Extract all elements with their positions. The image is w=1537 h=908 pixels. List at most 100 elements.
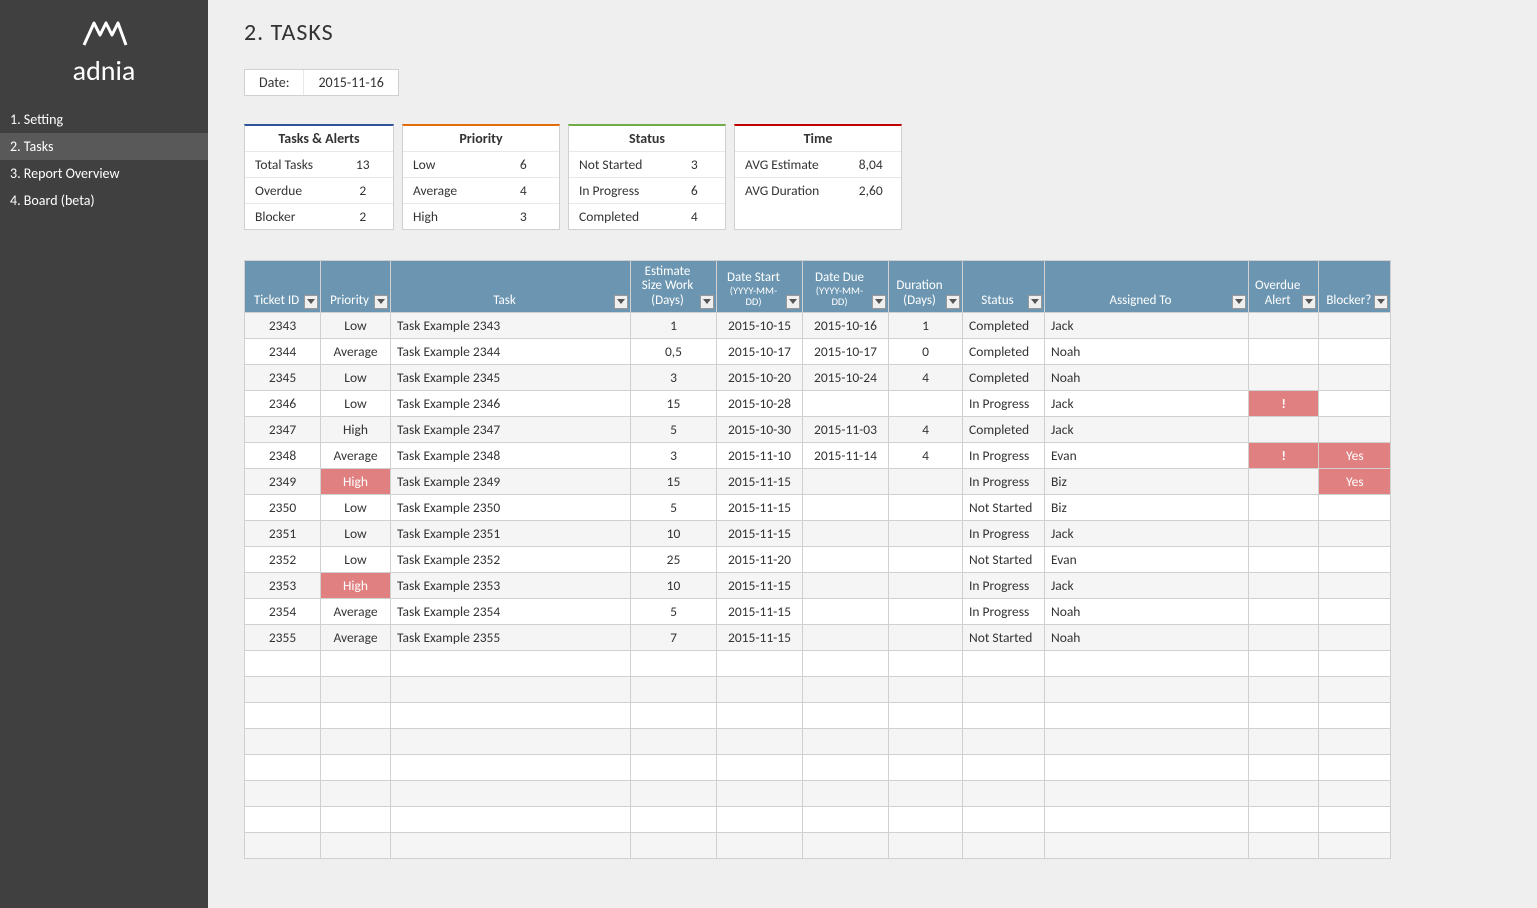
cell-duration[interactable]: [889, 494, 963, 520]
cell-date-due[interactable]: [803, 494, 889, 520]
table-cell[interactable]: [1249, 676, 1319, 702]
table-cell[interactable]: [1319, 780, 1391, 806]
table-row[interactable]: 2351LowTask Example 2351102015-11-15In P…: [245, 520, 1391, 546]
table-cell[interactable]: [1319, 676, 1391, 702]
table-row-empty[interactable]: [245, 780, 1391, 806]
cell-date-due[interactable]: [803, 624, 889, 650]
cell-task[interactable]: Task Example 2346: [391, 390, 631, 416]
cell-priority[interactable]: Average: [321, 442, 391, 468]
table-cell[interactable]: [889, 832, 963, 858]
table-cell[interactable]: [1045, 832, 1249, 858]
cell-status[interactable]: Completed: [963, 312, 1045, 338]
cell-status[interactable]: In Progress: [963, 520, 1045, 546]
table-cell[interactable]: [245, 728, 321, 754]
table-header[interactable]: Date Due(YYYY-MM-DD): [803, 261, 889, 313]
cell-assigned[interactable]: Jack: [1045, 416, 1249, 442]
cell-estimate[interactable]: 3: [631, 442, 717, 468]
cell-ticket[interactable]: 2351: [245, 520, 321, 546]
table-header[interactable]: Estimate Size Work (Days): [631, 261, 717, 313]
table-cell[interactable]: [391, 702, 631, 728]
cell-priority[interactable]: Low: [321, 364, 391, 390]
cell-overdue[interactable]: [1249, 520, 1319, 546]
table-cell[interactable]: [803, 676, 889, 702]
table-cell[interactable]: [631, 832, 717, 858]
table-cell[interactable]: [717, 754, 803, 780]
cell-date-start[interactable]: 2015-10-17: [717, 338, 803, 364]
cell-priority[interactable]: Average: [321, 338, 391, 364]
table-cell[interactable]: [631, 728, 717, 754]
cell-estimate[interactable]: 5: [631, 494, 717, 520]
cell-date-due[interactable]: [803, 520, 889, 546]
cell-estimate[interactable]: 3: [631, 364, 717, 390]
cell-estimate[interactable]: 10: [631, 572, 717, 598]
cell-duration[interactable]: 4: [889, 442, 963, 468]
table-cell[interactable]: [1249, 832, 1319, 858]
cell-overdue[interactable]: [1249, 546, 1319, 572]
cell-task[interactable]: Task Example 2353: [391, 572, 631, 598]
cell-blocker[interactable]: Yes: [1319, 468, 1391, 494]
cell-estimate[interactable]: 7: [631, 624, 717, 650]
table-cell[interactable]: [803, 754, 889, 780]
cell-task[interactable]: Task Example 2347: [391, 416, 631, 442]
cell-duration[interactable]: 4: [889, 364, 963, 390]
filter-dropdown-icon[interactable]: [1232, 295, 1246, 309]
table-cell[interactable]: [1045, 806, 1249, 832]
table-row-empty[interactable]: [245, 676, 1391, 702]
cell-status[interactable]: Completed: [963, 338, 1045, 364]
cell-priority[interactable]: High: [321, 572, 391, 598]
cell-priority[interactable]: Low: [321, 546, 391, 572]
table-cell[interactable]: [717, 806, 803, 832]
cell-date-start[interactable]: 2015-11-15: [717, 624, 803, 650]
date-value[interactable]: 2015-11-16: [304, 70, 397, 95]
table-cell[interactable]: [391, 780, 631, 806]
table-cell[interactable]: [391, 728, 631, 754]
cell-overdue[interactable]: [1249, 468, 1319, 494]
table-cell[interactable]: [321, 676, 391, 702]
cell-date-start[interactable]: 2015-10-30: [717, 416, 803, 442]
table-cell[interactable]: [717, 780, 803, 806]
cell-task[interactable]: Task Example 2349: [391, 468, 631, 494]
table-cell[interactable]: [717, 650, 803, 676]
table-header[interactable]: Status: [963, 261, 1045, 313]
cell-overdue[interactable]: [1249, 624, 1319, 650]
filter-dropdown-icon[interactable]: [786, 295, 800, 309]
cell-status[interactable]: Completed: [963, 364, 1045, 390]
cell-date-start[interactable]: 2015-11-20: [717, 546, 803, 572]
cell-status[interactable]: In Progress: [963, 442, 1045, 468]
table-row[interactable]: 2352LowTask Example 2352252015-11-20Not …: [245, 546, 1391, 572]
table-cell[interactable]: [803, 780, 889, 806]
table-cell[interactable]: [889, 676, 963, 702]
cell-ticket[interactable]: 2345: [245, 364, 321, 390]
cell-blocker[interactable]: [1319, 364, 1391, 390]
table-cell[interactable]: [963, 780, 1045, 806]
cell-task[interactable]: Task Example 2344: [391, 338, 631, 364]
table-cell[interactable]: [245, 676, 321, 702]
cell-assigned[interactable]: Evan: [1045, 442, 1249, 468]
table-header[interactable]: Task: [391, 261, 631, 313]
table-cell[interactable]: [717, 832, 803, 858]
table-row[interactable]: 2346LowTask Example 2346152015-10-28In P…: [245, 390, 1391, 416]
cell-ticket[interactable]: 2349: [245, 468, 321, 494]
table-cell[interactable]: [1319, 728, 1391, 754]
filter-dropdown-icon[interactable]: [614, 295, 628, 309]
cell-date-due[interactable]: 2015-11-03: [803, 416, 889, 442]
cell-ticket[interactable]: 2355: [245, 624, 321, 650]
table-row-empty[interactable]: [245, 650, 1391, 676]
table-row[interactable]: 2349HighTask Example 2349152015-11-15In …: [245, 468, 1391, 494]
cell-assigned[interactable]: Noah: [1045, 338, 1249, 364]
cell-blocker[interactable]: [1319, 520, 1391, 546]
table-row-empty[interactable]: [245, 832, 1391, 858]
cell-blocker[interactable]: [1319, 598, 1391, 624]
table-cell[interactable]: [631, 754, 717, 780]
cell-status[interactable]: In Progress: [963, 390, 1045, 416]
table-cell[interactable]: [391, 650, 631, 676]
cell-ticket[interactable]: 2346: [245, 390, 321, 416]
cell-blocker[interactable]: [1319, 546, 1391, 572]
table-cell[interactable]: [1249, 728, 1319, 754]
nav-item[interactable]: 1. Setting: [0, 106, 208, 133]
table-cell[interactable]: [717, 702, 803, 728]
cell-overdue[interactable]: [1249, 338, 1319, 364]
table-cell[interactable]: [803, 650, 889, 676]
table-cell[interactable]: [889, 702, 963, 728]
filter-dropdown-icon[interactable]: [1028, 295, 1042, 309]
